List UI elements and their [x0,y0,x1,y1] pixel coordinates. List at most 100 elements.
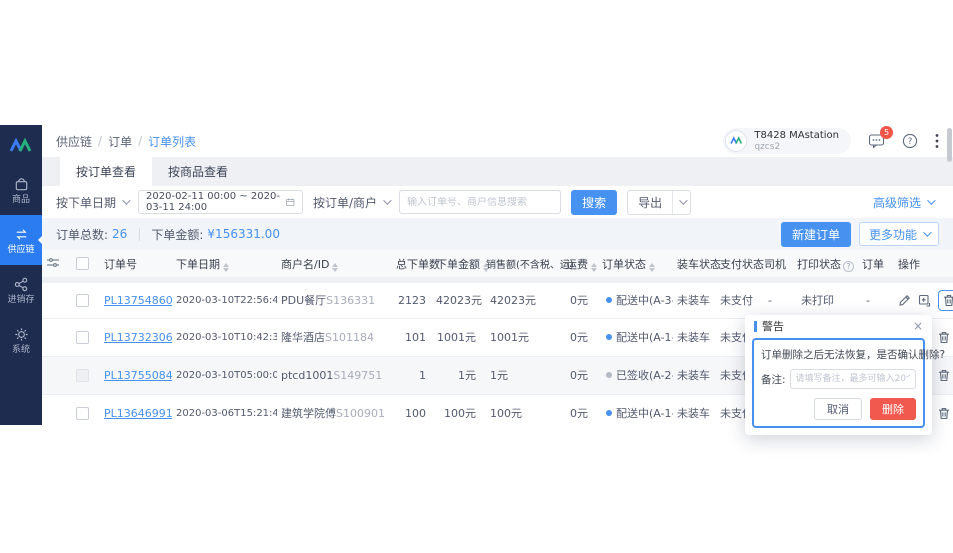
date-field-dropdown[interactable]: 按下单日期 [56,194,128,211]
column-settings-cell [42,250,72,280]
sidebar: 商品 供应链 进销存 系统 [0,125,42,425]
user-subtitle: qzcs2 [754,142,839,153]
search-box [399,190,561,214]
delete-icon [938,407,950,420]
sidebar-item-goods[interactable]: 商品 [0,165,42,215]
tab-by-product[interactable]: 按商品查看 [152,157,244,186]
user-name: T8428 MAstation [754,130,839,142]
edit-button[interactable] [898,294,911,307]
row-settings-cell [42,280,72,318]
order-link[interactable]: PL13754860 [104,294,172,307]
header-label: 订单号 [104,258,137,271]
select-all-checkbox[interactable] [76,257,89,270]
row-checkbox[interactable] [76,407,89,420]
amount-cell: 42023元 [432,280,482,318]
cancel-button[interactable]: 取消 [814,398,862,420]
row-checkbox[interactable] [76,294,89,307]
sales-cell: 42023元 [482,280,562,318]
table-header-row: 订单号 下单日期 商户名/ID 总下单数 下单金额 销售额(不含税、运) 运费 … [42,250,953,280]
chevron-down-icon [122,196,130,204]
copy-button[interactable] [918,294,931,307]
breadcrumb-orders[interactable]: 订单 [108,133,132,150]
export-dropdown-toggle[interactable] [672,191,690,214]
export-button[interactable]: 导出 [628,191,672,214]
sidebar-item-system[interactable]: 系统 [0,315,42,365]
sort-icon[interactable] [223,263,229,272]
help-icon[interactable]: ? [843,261,854,272]
order-date-cell: 2020-03-10T10:42:36 [172,318,277,356]
header-label: 支付状态 [720,258,764,271]
order-amount-value: ¥156331.00 [207,227,280,241]
qty-cell: 101 [392,318,432,356]
order-link[interactable]: PL13646991 [104,407,172,420]
more-functions-label: 更多功能 [869,226,917,243]
scrollbar-thumb[interactable] [947,128,952,162]
freight-cell: 0元 [562,318,598,356]
more-functions-button[interactable]: 更多功能 [859,222,939,246]
dialog-note-row: 备注: [761,369,916,389]
help-button[interactable]: ? [902,133,918,149]
delete-icon [943,294,953,307]
status-cell: 已签收(A-2-1) [598,356,673,394]
load-status-cell: 未装车 [673,394,716,425]
breadcrumb-order-list: 订单列表 [148,133,196,150]
column-settings-icon[interactable] [46,257,60,268]
messages-button[interactable]: 5 [868,133,885,149]
delete-button[interactable] [938,331,950,344]
customer-cell: 隆华酒店S101184 [277,318,392,356]
order-link[interactable]: PL13755084 [104,369,172,382]
sales-cell: 1001元 [482,318,562,356]
header-actions: 操作 [894,250,953,280]
user-menu[interactable]: T8428 MAstation qzcs2 [723,128,851,155]
sort-icon[interactable] [649,263,655,272]
order-link[interactable]: PL13732306 [104,331,172,344]
header-print-status: 打印状态? [793,250,858,280]
search-button[interactable]: 搜索 [571,190,617,215]
sort-icon[interactable] [332,263,338,272]
order-date-cell: 2020-03-10T22:56:41 [172,280,277,318]
advanced-filter-toggle[interactable]: 高级筛选 [873,194,933,211]
row-checkbox [76,369,89,382]
sort-icon[interactable] [591,263,597,272]
new-order-button[interactable]: 新建订单 [781,222,851,247]
export-split-button: 导出 [627,190,691,215]
header-label: 下单日期 [176,258,220,271]
status-dot [606,297,612,303]
note-input[interactable] [790,369,916,389]
sidebar-item-label: 商品 [12,196,30,205]
tab-by-order[interactable]: 按订单查看 [60,157,152,186]
chevron-down-icon [383,196,391,204]
search-field-dropdown[interactable]: 按订单/商户 [313,194,389,211]
chevron-down-icon [927,196,935,204]
row-checkbox[interactable] [76,331,89,344]
advanced-filter-label: 高级筛选 [873,194,921,211]
date-range-input[interactable]: 2020-02-11 00:00 ~ 2020-03-11 24:00 [138,190,303,214]
status-dot [606,372,612,378]
delete-button[interactable] [938,369,950,382]
actions-cell [894,280,953,318]
select-all-cell [72,250,100,280]
header-order-source: 订单 [858,250,894,280]
status-dot [606,334,612,340]
note-label: 备注: [761,372,786,387]
confirm-delete-button[interactable]: 删除 [870,398,916,420]
delete-button[interactable] [938,407,950,420]
customer-cell: 建筑学院傅S100901 [277,394,392,425]
search-input[interactable] [407,197,553,208]
dialog-close-button[interactable]: × [913,320,923,332]
sidebar-item-inventory[interactable]: 进销存 [0,265,42,315]
sidebar-item-supply-chain[interactable]: 供应链 [0,215,42,265]
breadcrumb-supply-chain[interactable]: 供应链 [56,133,92,150]
row-settings-cell [42,356,72,394]
freight-cell: 0元 [562,356,598,394]
customer-id: S100901 [336,407,385,420]
header-sales: 销售额(不含税、运) [482,250,562,280]
header-status: 订单状态 [598,250,673,280]
qty-cell: 2123 [392,280,432,318]
dialog-buttons: 取消 删除 [761,398,916,420]
delete-button[interactable] [938,290,953,311]
header-label: 打印状态 [797,258,841,271]
header-label: 销售额(不含税、运) [486,260,574,271]
avatar [725,130,747,152]
more-menu-button[interactable] [935,133,939,149]
